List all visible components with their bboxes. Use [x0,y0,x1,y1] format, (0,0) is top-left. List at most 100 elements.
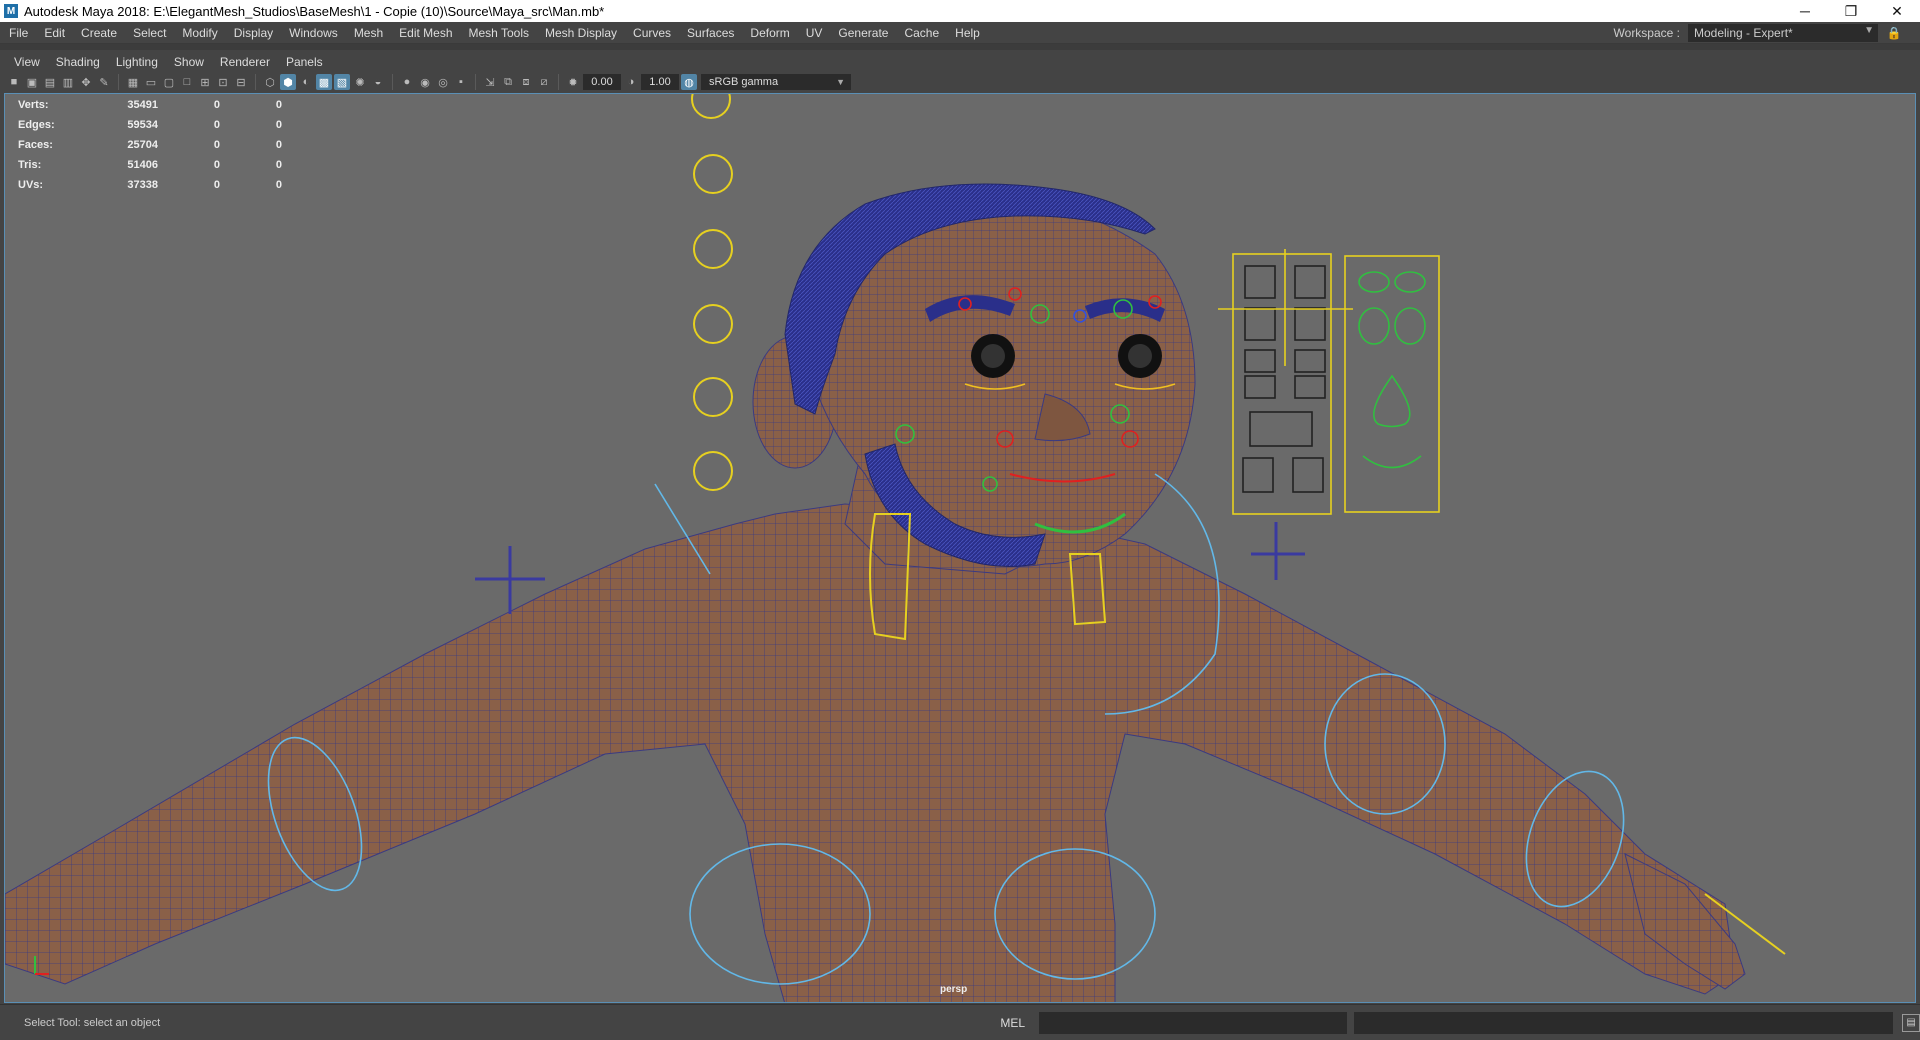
main-menu-bar: File Edit Create Select Modify Display W… [0,22,1920,44]
camera-icon[interactable]: ■ [6,74,22,90]
hud-row-verts: Verts: 35491 0 0 [14,95,286,115]
hud-component: 0 [275,159,282,171]
menu-mesh-display[interactable]: Mesh Display [537,26,625,40]
camera-name-label: persp [940,984,968,995]
hud-value: 35491 [127,99,158,111]
color-management-icon[interactable]: ◍ [681,74,697,90]
help-text: Select Tool: select an object [24,1016,161,1029]
ambient-occlusion-icon[interactable]: ● [399,74,415,90]
grease-pencil-icon[interactable]: ✎ [96,74,112,90]
menu-uv[interactable]: UV [798,26,831,40]
anti-aliasing-icon[interactable]: ◎ [435,74,451,90]
xray-joints-icon[interactable]: ⧈ [518,74,534,90]
2d-pan-zoom-icon[interactable]: ✥ [78,74,94,90]
exposure-icon[interactable]: ✹ [565,74,581,90]
isolate-select-icon[interactable]: ⇲ [482,74,498,90]
perspective-viewport[interactable] [4,93,1916,1003]
menu-cache[interactable]: Cache [896,26,947,40]
menu-curves[interactable]: Curves [625,26,679,40]
facial-gui-panel-right[interactable] [1344,255,1440,513]
minimize-button[interactable]: ─ [1782,0,1828,22]
hud-selected: 0 [213,119,220,131]
locator-right[interactable] [1251,522,1305,580]
color-space-dropdown[interactable]: sRGB gamma ▼ [701,74,851,90]
panel-menu-shading[interactable]: Shading [48,55,108,69]
menu-help[interactable]: Help [947,26,988,40]
hud-selected: 0 [213,179,220,191]
menu-windows[interactable]: Windows [281,26,346,40]
hud-component: 0 [275,119,282,131]
hud-value: 51406 [127,159,158,171]
mel-result-field [1353,1011,1894,1034]
camera-attributes-icon[interactable]: ▣ [24,74,40,90]
depth-of-field-icon[interactable]: ▪ [453,74,469,90]
help-line: Select Tool: select an object MEL ▤ [0,1004,1920,1040]
xray-components-icon[interactable]: ⧄ [536,74,552,90]
menu-deform[interactable]: Deform [742,26,797,40]
smooth-shade-icon[interactable]: ⬢ [280,74,296,90]
gate-mask-icon[interactable]: □ [179,74,195,90]
viewport-scene[interactable] [5,94,1916,1003]
motion-blur-icon[interactable]: ◉ [417,74,433,90]
exposure-field[interactable]: 0.00 [583,74,621,90]
safe-title-icon[interactable]: ⊟ [233,74,249,90]
wireframe-icon[interactable]: ⬡ [262,74,278,90]
resolution-gate-icon[interactable]: ▢ [161,74,177,90]
menu-edit[interactable]: Edit [36,26,73,40]
menu-surfaces[interactable]: Surfaces [679,26,742,40]
grid-icon[interactable]: ▦ [125,74,141,90]
film-gate-icon[interactable]: ▭ [143,74,159,90]
textured-icon[interactable]: ▧ [334,74,350,90]
panel-menu-lighting[interactable]: Lighting [108,55,166,69]
maya-app-icon: M [4,4,18,18]
image-plane-icon[interactable]: ▥ [60,74,76,90]
mel-command-input[interactable] [1039,1011,1347,1034]
menu-generate[interactable]: Generate [830,26,896,40]
hud-component: 0 [275,139,282,151]
facial-gui-panel-left[interactable] [1218,249,1353,515]
menu-create[interactable]: Create [73,26,125,40]
toolbar-separator [392,74,393,90]
hud-selected: 0 [213,159,220,171]
menu-edit-mesh[interactable]: Edit Mesh [391,26,460,40]
hud-row-faces: Faces: 25704 0 0 [14,135,286,155]
panel-menu-show[interactable]: Show [166,55,212,69]
mel-language-toggle[interactable]: MEL [1000,1016,1034,1030]
menu-file[interactable]: File [0,26,36,40]
toolbar-separator [255,74,256,90]
hud-selected: 0 [213,99,220,111]
chevron-down-icon: ▼ [1864,25,1874,36]
xray-icon[interactable]: ⧉ [500,74,516,90]
script-editor-icon[interactable]: ▤ [1902,1013,1920,1032]
lock-icon[interactable]: 🔒 [1886,25,1902,41]
toolbar-separator [118,74,119,90]
close-button[interactable]: ✕ [1874,0,1920,22]
menu-mesh[interactable]: Mesh [346,26,391,40]
hud-value: 59534 [127,119,158,131]
hud-label: Tris: [18,159,42,171]
menu-mesh-tools[interactable]: Mesh Tools [461,26,537,40]
left-eye-pupil [981,344,1005,368]
shadows-icon[interactable]: ◒ [370,74,386,90]
hud-selected: 0 [213,139,220,151]
default-material-icon[interactable]: ◐ [298,74,314,90]
restore-button[interactable]: ❐ [1828,0,1874,22]
hud-label: UVs: [18,179,44,191]
panel-menu-renderer[interactable]: Renderer [212,55,278,69]
hud-component: 0 [275,99,282,111]
gamma-field[interactable]: 1.00 [641,74,679,90]
workspace-dropdown[interactable]: Modeling - Expert* ▼ [1688,24,1878,42]
wireframe-on-shaded-icon[interactable]: ▩ [316,74,332,90]
gamma-icon[interactable]: ◑ [623,74,639,90]
panel-menu-view[interactable]: View [6,55,48,69]
menu-display[interactable]: Display [226,26,281,40]
panel-menu-panels[interactable]: Panels [278,55,331,69]
use-all-lights-icon[interactable]: ✺ [352,74,368,90]
menu-select[interactable]: Select [125,26,174,40]
bookmark-icon[interactable]: ▤ [42,74,58,90]
safe-action-icon[interactable]: ⊡ [215,74,231,90]
spine-ik-controls[interactable] [691,94,733,491]
menu-modify[interactable]: Modify [174,26,225,40]
hud-label: Verts: [18,99,49,111]
field-chart-icon[interactable]: ⊞ [197,74,213,90]
